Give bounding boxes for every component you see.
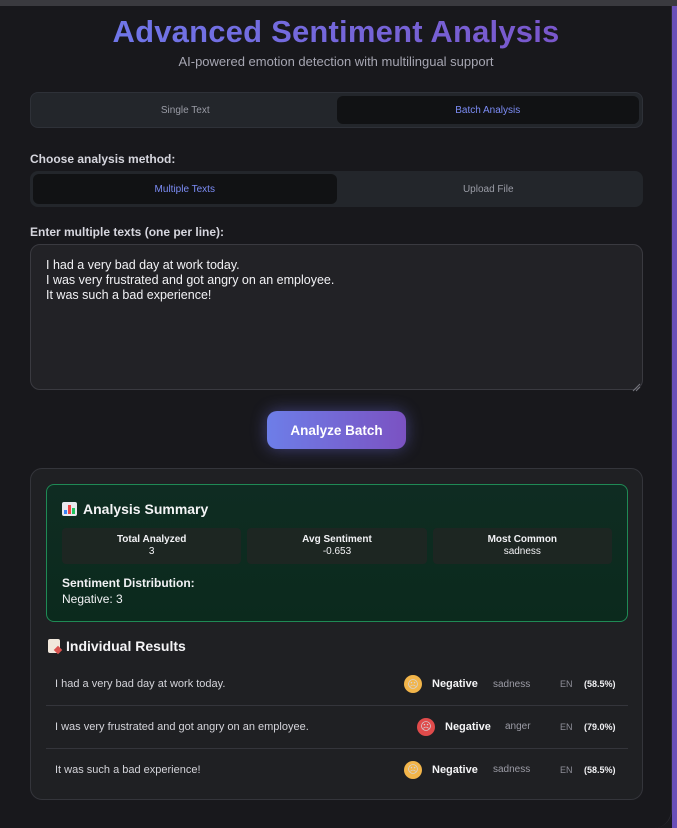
page-subtitle: AI-powered emotion detection with multil… xyxy=(178,54,494,69)
stat-value: 3 xyxy=(148,546,155,557)
result-language: EN xyxy=(560,679,573,689)
result-sentiment: Negative xyxy=(432,763,478,776)
sentiment-distribution-label: Sentiment Distribution: xyxy=(62,576,195,590)
stat-value: -0.653 xyxy=(322,546,352,557)
method-multiple-texts[interactable]: Multiple Texts xyxy=(33,174,337,204)
stat-most-common: Most Common sadness xyxy=(432,528,612,564)
stat-avg-sentiment: Avg Sentiment -0.653 xyxy=(247,528,427,564)
result-text: I was very frustrated and got angry on a… xyxy=(55,720,309,733)
result-row: I was very frustrated and got angry on a… xyxy=(46,705,628,747)
result-emotion: anger xyxy=(505,721,531,732)
page-title: Advanced Sentiment Analysis xyxy=(0,14,672,50)
tab-single-text[interactable]: Single Text xyxy=(34,96,337,124)
method-selector: Multiple Texts Upload File xyxy=(30,171,643,207)
sad-face-icon: ☹ xyxy=(404,760,422,779)
analysis-summary-card: Analysis Summary Total Analyzed 3 Avg Se… xyxy=(46,484,628,622)
result-text: It was such a bad experience! xyxy=(55,763,201,776)
sentiment-distribution-value: Negative: 3 xyxy=(62,592,123,606)
sad-face-icon: ☹ xyxy=(404,675,422,693)
analyze-batch-button[interactable]: Analyze Batch xyxy=(267,411,406,449)
summary-title: Analysis Summary xyxy=(83,501,209,517)
result-text: I had a very bad day at work today. xyxy=(55,678,226,690)
result-language: EN xyxy=(560,764,573,775)
window-accent-edge xyxy=(672,6,677,828)
result-row: I had a very bad day at work today. ☹ Ne… xyxy=(46,663,628,705)
stat-key: Total Analyzed xyxy=(116,534,187,545)
mode-tabs: Single Text Batch Analysis xyxy=(30,92,643,128)
tab-batch-analysis[interactable]: Batch Analysis xyxy=(336,96,639,124)
method-upload-file[interactable]: Upload File xyxy=(337,174,641,204)
angry-face-icon: ☹ xyxy=(417,717,435,736)
result-sentiment: Negative xyxy=(445,720,491,733)
bar-chart-icon xyxy=(62,502,77,516)
texts-textarea[interactable]: I had a very bad day at work today. I wa… xyxy=(30,244,643,390)
result-row: It was such a bad experience! ☹ Negative… xyxy=(46,748,628,790)
method-label: Choose analysis method: xyxy=(30,152,176,166)
result-language: EN xyxy=(560,721,573,732)
result-emotion: sadness xyxy=(493,678,531,690)
results-title: Individual Results xyxy=(66,638,186,654)
results-panel: Analysis Summary Total Analyzed 3 Avg Se… xyxy=(30,468,643,800)
memo-icon xyxy=(48,639,60,653)
summary-stats: Total Analyzed 3 Avg Sentiment -0.653 Mo… xyxy=(62,528,612,564)
results-heading: Individual Results xyxy=(48,638,186,654)
app-container: Advanced Sentiment Analysis AI-powered e… xyxy=(0,6,672,828)
textarea-resize-handle[interactable] xyxy=(632,379,641,392)
texts-input-label: Enter multiple texts (one per line): xyxy=(30,225,225,239)
summary-heading: Analysis Summary xyxy=(62,501,208,517)
result-confidence: (58.5%) xyxy=(584,764,616,775)
result-confidence: (58.5%) xyxy=(584,679,616,689)
result-emotion: sadness xyxy=(493,764,531,775)
stat-key: Most Common xyxy=(487,534,558,545)
stat-value: sadness xyxy=(503,546,541,557)
stat-total-analyzed: Total Analyzed 3 xyxy=(62,528,242,564)
result-sentiment: Negative xyxy=(432,678,478,690)
stat-key: Avg Sentiment xyxy=(302,534,372,545)
result-confidence: (79.0%) xyxy=(584,721,616,732)
